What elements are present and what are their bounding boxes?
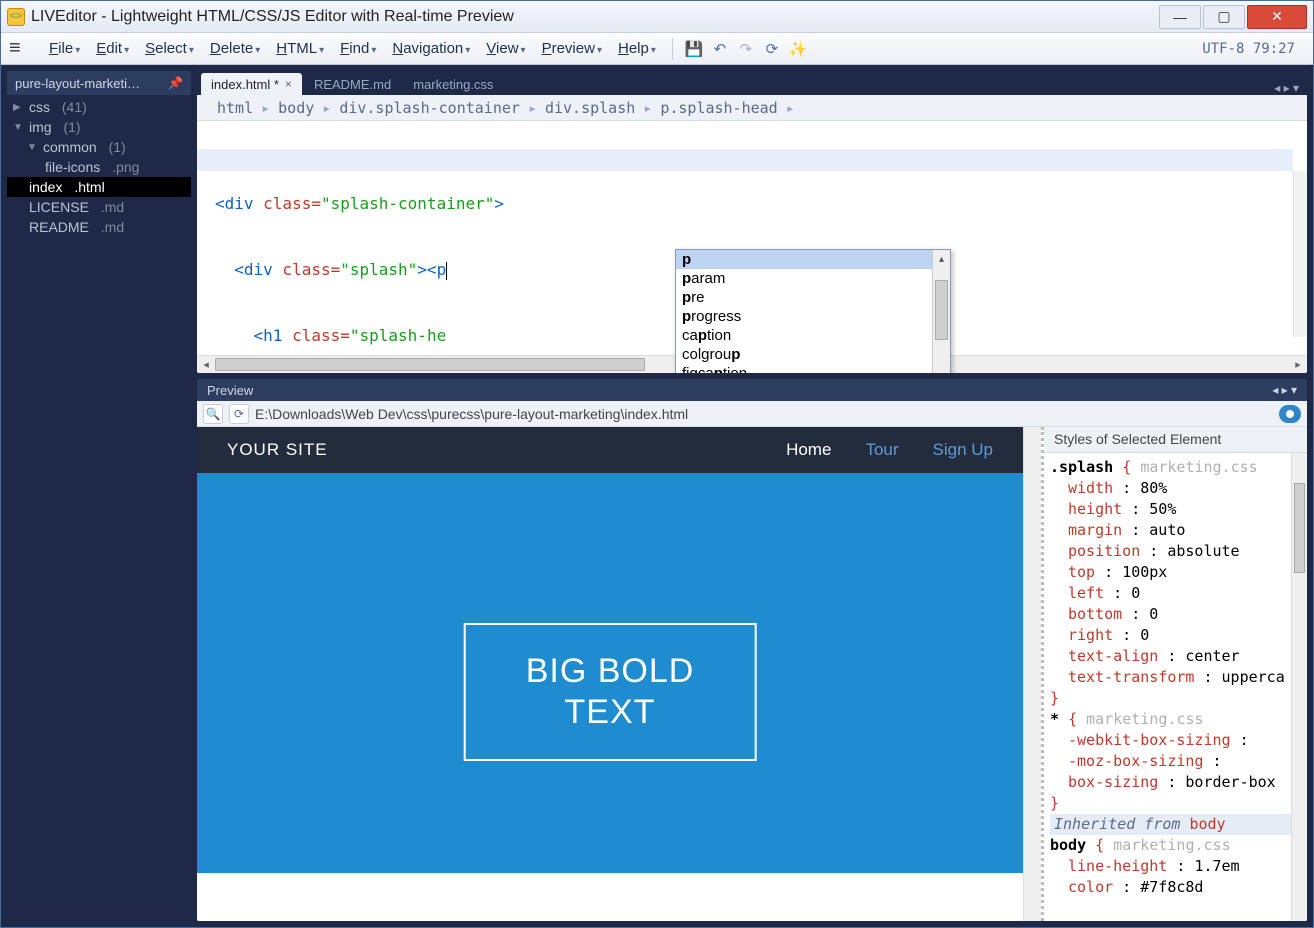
minimize-button[interactable]: — [1159, 5, 1201, 29]
tab-marketing[interactable]: marketing.css [403, 73, 503, 95]
line-highlight [197, 149, 1293, 171]
autocomplete-scroll[interactable]: ▴▾ [932, 250, 950, 373]
wand-icon[interactable]: ✨ [787, 38, 809, 60]
maximize-button[interactable]: ▢ [1203, 5, 1245, 29]
tabs-nav-icon[interactable]: ◂ ▸ ▾ [1274, 81, 1307, 95]
nav-home[interactable]: Home [786, 440, 831, 460]
breadcrumb: html▸ body▸ div.splash-container▸ div.sp… [197, 95, 1307, 121]
tree-folder-img[interactable]: ▼img (1) [7, 117, 191, 137]
pin-icon[interactable]: 📌 [168, 76, 183, 90]
preview-viewport[interactable]: YOUR SITE Home Tour Sign Up BIG BOLD TEX… [197, 427, 1023, 921]
tree-file-index[interactable]: index .html [7, 177, 191, 197]
close-button[interactable]: ✕ [1247, 5, 1307, 29]
splash-box: BIG BOLD TEXT [464, 623, 757, 761]
ac-item[interactable]: param [676, 269, 950, 288]
tab-readme[interactable]: README.md [304, 73, 401, 95]
preview-address-bar: 🔍 ⟳ E:\Downloads\Web Dev\css\purecss\pur… [197, 401, 1307, 427]
preview-vscroll[interactable] [1023, 427, 1041, 921]
styles-body[interactable]: .splash { marketing.css width : 80% heig… [1044, 453, 1307, 921]
window-title: LIVEditor - Lightweight HTML/CSS/JS Edit… [31, 8, 1159, 26]
sidebar-tab[interactable]: pure-layout-marketi… 📌 [7, 71, 191, 95]
tree-file-license[interactable]: LICENSE .md [7, 197, 191, 217]
app-icon: <> [7, 8, 25, 26]
menu-view[interactable]: View▾ [480, 37, 531, 60]
site-brand: YOUR SITE [227, 440, 328, 460]
tree-folder-common[interactable]: ▼common (1) [7, 137, 191, 157]
bc-body[interactable]: body [278, 99, 314, 117]
file-tree: ▶css (41) ▼img (1) ▼common (1) file-icon… [7, 95, 191, 921]
autocomplete-popup[interactable]: p param pre progress caption colgroup fi… [675, 249, 951, 373]
ac-item[interactable]: caption [676, 326, 950, 345]
site-nav: YOUR SITE Home Tour Sign Up [197, 427, 1023, 473]
sidebar-tab-label: pure-layout-marketi… [15, 76, 140, 91]
preview-tab-ctrl-icon[interactable]: ◂ ▸ ▾ [1272, 383, 1297, 397]
preview-path[interactable]: E:\Downloads\Web Dev\css\purecss\pure-la… [255, 406, 1273, 422]
editor-vscroll[interactable] [1293, 171, 1307, 337]
preview-pane: Preview ◂ ▸ ▾ 🔍 ⟳ E:\Downloads\Web Dev\c… [197, 379, 1307, 921]
eye-icon[interactable] [1279, 405, 1301, 423]
ac-item[interactable]: colgroup [676, 345, 950, 364]
bc-splash-container[interactable]: div.splash-container [339, 99, 520, 117]
text-cursor [446, 262, 447, 280]
refresh-icon[interactable]: ⟳ [761, 38, 783, 60]
ac-item[interactable]: p [676, 250, 950, 269]
styles-panel: Styles of Selected Element .splash { mar… [1041, 427, 1307, 921]
bc-html[interactable]: html [217, 99, 253, 117]
menu-html[interactable]: HTML▾ [270, 37, 330, 60]
nav-signup[interactable]: Sign Up [933, 440, 993, 460]
editor-pane: index.html *× README.md marketing.css ◂ … [197, 71, 1307, 373]
document-tabs: index.html *× README.md marketing.css ◂ … [197, 71, 1307, 95]
reload-icon[interactable]: ⟳ [229, 404, 249, 424]
tree-file-fileicons[interactable]: file-icons .png [7, 157, 191, 177]
styles-vscroll[interactable] [1291, 453, 1307, 921]
titlebar: <> LIVEditor - Lightweight HTML/CSS/JS E… [1, 1, 1313, 33]
menu-find[interactable]: Find▾ [334, 37, 382, 60]
menu-file[interactable]: File▾ [43, 37, 86, 60]
menu-navigation[interactable]: Navigation▾ [386, 37, 476, 60]
styles-panel-title: Styles of Selected Element [1044, 427, 1307, 453]
tree-folder-css[interactable]: ▶css (41) [7, 97, 191, 117]
splash-area: BIG BOLD TEXT [197, 473, 1023, 873]
menu-help[interactable]: Help▾ [612, 37, 662, 60]
menu-select[interactable]: Select▾ [139, 37, 200, 60]
sidebar: pure-layout-marketi… 📌 ▶css (41) ▼img (1… [7, 71, 191, 921]
close-tab-icon[interactable]: × [285, 77, 292, 91]
hamburger-icon[interactable]: ≡ [9, 37, 33, 60]
status-encoding: UTF-8 79:27 [1202, 41, 1305, 57]
tab-index[interactable]: index.html *× [201, 73, 302, 95]
ac-item[interactable]: pre [676, 288, 950, 307]
menu-edit[interactable]: Edit▾ [90, 37, 135, 60]
save-icon[interactable]: 💾 [683, 38, 705, 60]
menubar: ≡ File▾ Edit▾ Select▾ Delete▾ HTML▾ Find… [1, 33, 1313, 65]
ac-item[interactable]: figcaption [676, 364, 950, 373]
toolbar-divider [672, 38, 673, 60]
redo-icon[interactable]: ↷ [735, 38, 757, 60]
bc-splash-head[interactable]: p.splash-head [660, 99, 777, 117]
menu-delete[interactable]: Delete▾ [204, 37, 266, 60]
tree-file-readme[interactable]: README .md [7, 217, 191, 237]
inspect-icon[interactable]: 🔍 [203, 404, 223, 424]
bc-splash[interactable]: div.splash [545, 99, 635, 117]
nav-tour[interactable]: Tour [865, 440, 898, 460]
preview-tab[interactable]: Preview ◂ ▸ ▾ [197, 379, 1307, 401]
ac-item[interactable]: progress [676, 307, 950, 326]
undo-icon[interactable]: ↶ [709, 38, 731, 60]
menu-preview[interactable]: Preview▾ [536, 37, 608, 60]
